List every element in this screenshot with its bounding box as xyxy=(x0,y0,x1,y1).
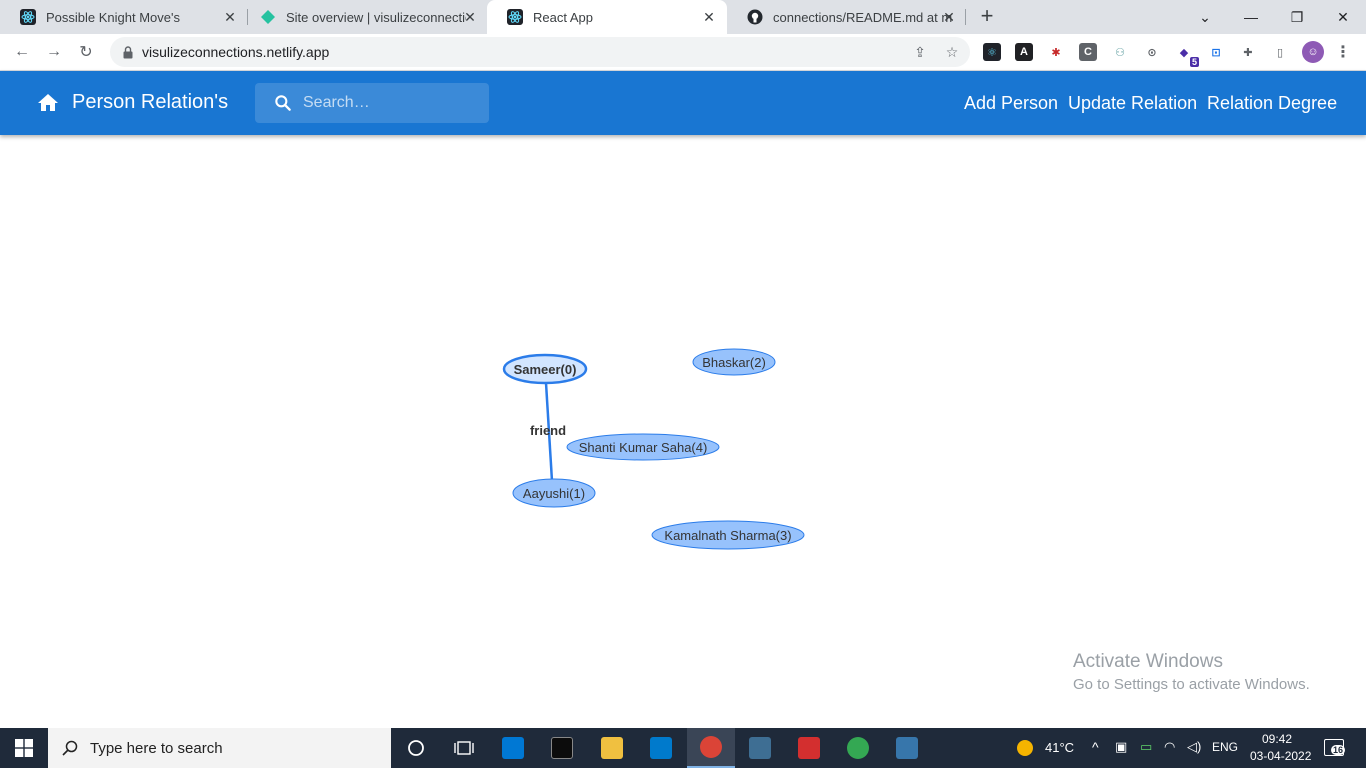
virus-icon[interactable]: ✱ xyxy=(1047,43,1065,61)
node-label: Aayushi(1) xyxy=(523,486,585,501)
tab-search-icon[interactable]: ⌄ xyxy=(1182,0,1228,34)
github-icon xyxy=(747,9,763,25)
back-icon[interactable]: ← xyxy=(10,40,34,64)
restore-icon[interactable]: ❐ xyxy=(1274,0,1320,34)
update-relation-link[interactable]: Update Relation xyxy=(1068,93,1197,114)
netlify-icon xyxy=(260,9,276,25)
file-explorer-icon[interactable] xyxy=(588,728,636,768)
close-tab-icon[interactable]: ✕ xyxy=(701,9,717,25)
tab-title: Site overview | visulizeconnectio xyxy=(286,9,466,25)
react-icon xyxy=(507,9,523,25)
tab-title: connections/README.md at mas xyxy=(773,9,953,25)
brand-title[interactable]: Person Relation's xyxy=(72,91,228,114)
extension-badge-icon[interactable]: ◆ 5 xyxy=(1175,43,1199,67)
home-icon[interactable] xyxy=(36,91,60,115)
graph-node-shanti-kumar-saha[interactable]: Shanti Kumar Saha(4) xyxy=(566,433,720,461)
graph-node-sameer[interactable]: Sameer(0) xyxy=(502,353,588,385)
activate-windows-title: Activate Windows xyxy=(1073,651,1223,672)
add-person-link[interactable]: Add Person xyxy=(964,93,1058,114)
tab-title: Possible Knight Move's xyxy=(46,9,180,25)
share-icon[interactable]: ⇪ xyxy=(912,44,928,60)
search-box xyxy=(255,83,489,123)
battery-icon[interactable]: ▭ xyxy=(1140,739,1152,755)
graph-node-aayushi[interactable]: Aayushi(1) xyxy=(512,478,596,508)
graph-node-bhaskar[interactable]: Bhaskar(2) xyxy=(692,348,776,376)
url-text: visulizeconnections.netlify.app xyxy=(142,44,330,60)
language-indicator[interactable]: ENG xyxy=(1212,740,1238,754)
volume-icon[interactable]: ◁) xyxy=(1187,739,1201,755)
search-icon xyxy=(275,95,291,111)
relation-degree-link[interactable]: Relation Degree xyxy=(1207,93,1337,114)
profile-avatar[interactable]: ☺ xyxy=(1302,41,1324,63)
clock-time[interactable]: 09:42 xyxy=(1262,732,1292,746)
code-extension-icon[interactable]: ⊙ xyxy=(1143,43,1161,61)
relation-graph-canvas[interactable]: friend Sameer(0) Bhaskar(2) Shanti Kumar… xyxy=(0,135,1366,728)
terminal-icon[interactable] xyxy=(538,728,586,768)
people-extension-icon[interactable]: ⚇ xyxy=(1111,43,1129,61)
tab-separator xyxy=(965,9,966,25)
extension-badge-count: 5 xyxy=(1189,57,1199,67)
tab-github-readme[interactable]: connections/README.md at mas ✕ xyxy=(727,0,967,34)
weather-sun-icon[interactable] xyxy=(1016,739,1034,757)
angular-icon[interactable]: A xyxy=(1015,43,1033,61)
task-view-icon[interactable] xyxy=(440,728,488,768)
browser-tab-strip: Possible Knight Move's ✕ Site overview |… xyxy=(0,0,1366,34)
taskbar-search-box[interactable]: Type here to search xyxy=(48,728,391,768)
address-bar[interactable]: visulizeconnections.netlify.app ⇪ ☆ xyxy=(110,37,970,67)
react-devtools-icon[interactable]: ⚛ xyxy=(983,43,1001,61)
taskbar-search-text: Type here to search xyxy=(90,739,223,757)
forward-icon[interactable]: → xyxy=(42,40,66,64)
activate-windows-subtitle: Go to Settings to activate Windows. xyxy=(1073,676,1310,693)
close-tab-icon[interactable]: ✕ xyxy=(222,9,238,25)
tab-react-app[interactable]: React App ✕ xyxy=(487,0,727,34)
temperature[interactable]: 41°C xyxy=(1045,740,1074,755)
windows-taskbar: Type here to search 41°C ^ ▣ ▭ ◠ ◁) ENG … xyxy=(0,728,1366,768)
clock-date[interactable]: 03-04-2022 xyxy=(1250,749,1311,763)
node-label: Kamalnath Sharma(3) xyxy=(664,528,791,543)
reload-icon[interactable]: ↻ xyxy=(74,40,98,64)
browser-menu-icon[interactable]: ⋮ xyxy=(1334,43,1352,61)
edge-label: friend xyxy=(530,423,566,438)
node-label: Sameer(0) xyxy=(514,362,577,377)
c-extension-icon[interactable]: C xyxy=(1079,43,1097,61)
mysql-workbench-icon[interactable] xyxy=(736,728,784,768)
react-icon xyxy=(20,9,36,25)
vscode-icon[interactable] xyxy=(637,728,685,768)
wifi-icon[interactable]: ◠ xyxy=(1164,739,1175,755)
notification-count: 16 xyxy=(1331,745,1346,755)
show-hidden-icons-icon[interactable]: ^ xyxy=(1092,739,1099,755)
new-tab-button[interactable]: + xyxy=(976,5,998,28)
graph-node-kamalnath-sharma[interactable]: Kamalnath Sharma(3) xyxy=(651,520,805,550)
notification-center-icon[interactable]: 16 xyxy=(1324,739,1346,756)
screen-record-icon[interactable]: ⊡ xyxy=(1207,43,1225,61)
minimize-icon[interactable]: — xyxy=(1228,0,1274,34)
acrobat-icon[interactable] xyxy=(785,728,833,768)
network-device-icon[interactable]: ▣ xyxy=(1115,739,1127,755)
microsoft-store-icon[interactable] xyxy=(489,728,537,768)
extensions-puzzle-icon[interactable]: ✚ xyxy=(1239,43,1257,61)
node-label: Bhaskar(2) xyxy=(702,355,766,370)
tab-possible-knight-moves[interactable]: Possible Knight Move's ✕ xyxy=(0,0,248,34)
python-icon[interactable] xyxy=(883,728,931,768)
search-input[interactable] xyxy=(303,94,473,112)
app-bar: Person Relation's Add Person Update Rela… xyxy=(0,71,1366,135)
close-tab-icon[interactable]: ✕ xyxy=(462,9,478,25)
chrome-profile-icon[interactable] xyxy=(834,728,882,768)
lock-icon xyxy=(122,45,134,59)
windows-start-icon[interactable] xyxy=(0,728,48,768)
bookmark-star-icon[interactable]: ☆ xyxy=(944,44,960,60)
chrome-icon[interactable] xyxy=(687,728,735,768)
close-window-icon[interactable]: ✕ xyxy=(1320,0,1366,34)
tab-title: React App xyxy=(533,9,593,25)
search-icon xyxy=(62,740,78,756)
side-panel-icon[interactable]: ▯ xyxy=(1271,43,1289,61)
tab-site-overview[interactable]: Site overview | visulizeconnectio ✕ xyxy=(240,0,488,34)
cortana-icon[interactable] xyxy=(392,728,440,768)
close-tab-icon[interactable]: ✕ xyxy=(941,9,957,25)
browser-toolbar: ← → ↻ visulizeconnections.netlify.app ⇪ … xyxy=(0,34,1366,71)
node-label: Shanti Kumar Saha(4) xyxy=(579,440,708,455)
